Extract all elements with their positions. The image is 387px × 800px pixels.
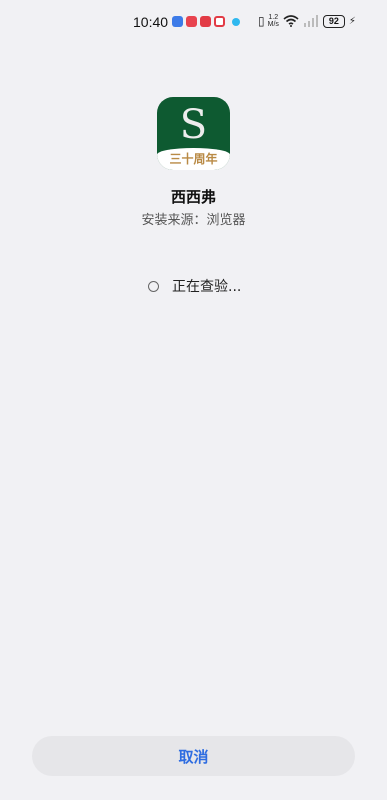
charging-icon: ⚡ [348, 15, 356, 27]
status-bar: 10:40 ▯ 1.2 M/s 92 ⚡ [0, 0, 387, 44]
notification-icons [172, 16, 240, 27]
app-notification-icon [172, 16, 183, 27]
loading-spinner-icon [148, 280, 159, 292]
app-name: 西西弗 [170, 188, 216, 206]
system-icons: ▯ 1.2 M/s 92 ⚡ [258, 14, 356, 28]
cancel-label: 取消 [178, 748, 209, 766]
signal-icon [303, 15, 319, 27]
checking-status: 正在查验... [148, 276, 241, 296]
app-icon: S 三十周年 [157, 97, 230, 170]
app-notification-icon [200, 16, 211, 27]
app-icon-banner-text: 三十周年 [169, 152, 218, 166]
net-speed-value: 1.2 [268, 14, 279, 21]
battery-indicator: 92 [322, 14, 345, 28]
app-notification-icon [214, 16, 225, 27]
network-speed: 1.2 M/s [268, 14, 279, 28]
checking-text: 正在查验... [172, 279, 242, 295]
app-notification-icon [232, 18, 240, 26]
install-source: 安装来源：浏览器 [141, 213, 246, 228]
wifi-icon [283, 15, 299, 27]
status-time: 10:40 [133, 14, 169, 30]
app-notification-icon [186, 16, 197, 27]
net-speed-unit: M/s [267, 21, 279, 28]
app-icon-letter: S [179, 102, 208, 148]
vibrate-icon: ▯ [258, 14, 265, 28]
cancel-button[interactable]: 取消 [32, 736, 355, 776]
